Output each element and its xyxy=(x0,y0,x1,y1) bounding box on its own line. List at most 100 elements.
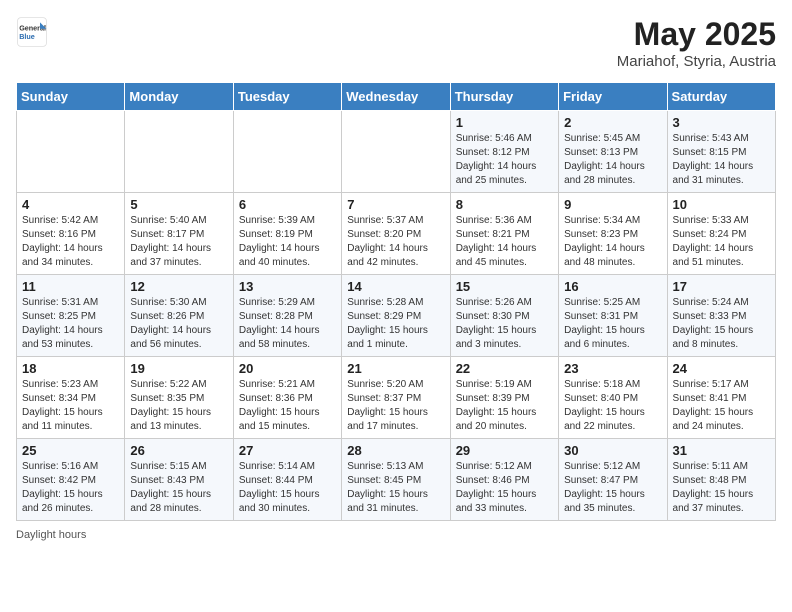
logo: General Blue xyxy=(16,16,48,48)
calendar-week-row: 1 Sunrise: 5:46 AM Sunset: 8:12 PM Daylig… xyxy=(17,111,776,193)
calendar-week-row: 4Sunrise: 5:42 AM Sunset: 8:16 PM Daylig… xyxy=(17,193,776,275)
day-number: 12 xyxy=(130,279,227,294)
day-number: 16 xyxy=(564,279,661,294)
calendar-day-header: Sunday xyxy=(17,83,125,111)
calendar-cell: 26Sunrise: 5:15 AM Sunset: 8:43 PM Dayli… xyxy=(125,439,233,521)
day-number: 26 xyxy=(130,443,227,458)
logo-icon: General Blue xyxy=(16,16,48,48)
calendar-cell: 16 Sunrise: 5:25 AM Sunset: 8:31 PM Dayli… xyxy=(559,275,667,357)
calendar-cell xyxy=(17,111,125,193)
day-number: 1 xyxy=(456,115,553,130)
day-info: Sunrise: 5:24 AM Sunset: 8:33 PM Dayligh… xyxy=(673,296,770,352)
calendar-cell: 2 Sunrise: 5:45 AM Sunset: 8:13 PM Daylig… xyxy=(559,111,667,193)
day-info: Sunrise: 5:45 AM Sunset: 8:13 PM Dayligh… xyxy=(564,132,661,188)
day-number: 9 xyxy=(564,197,661,212)
day-info: Sunrise: 5:36 AM Sunset: 8:21 PM Dayligh… xyxy=(456,214,553,270)
day-number: 4 xyxy=(22,197,119,212)
page-title: May 2025 xyxy=(617,16,776,53)
day-info: Sunrise: 5:21 AM Sunset: 8:36 PM Dayligh… xyxy=(239,378,336,434)
calendar-cell: 25 Sunrise: 5:16 AM Sunset: 8:42 PM Dayli… xyxy=(17,439,125,521)
page-subtitle: Mariahof, Styria, Austria xyxy=(617,53,776,70)
calendar-cell: 15 Sunrise: 5:26 AM Sunset: 8:30 PM Dayli… xyxy=(450,275,558,357)
day-number: 10 xyxy=(673,197,770,212)
calendar-cell: 14Sunrise: 5:28 AM Sunset: 8:29 PM Dayli… xyxy=(342,275,450,357)
day-number: 6 xyxy=(239,197,336,212)
calendar-cell: 28 Sunrise: 5:13 AM Sunset: 8:45 PM Dayli… xyxy=(342,439,450,521)
day-number: 8 xyxy=(456,197,553,212)
day-number: 2 xyxy=(564,115,661,130)
day-number: 3 xyxy=(673,115,770,130)
day-info: Sunrise: 5:43 AM Sunset: 8:15 PM Dayligh… xyxy=(673,132,770,188)
day-info: Sunrise: 5:31 AM Sunset: 8:25 PM Dayligh… xyxy=(22,296,119,352)
calendar-header-row: SundayMondayTuesdayWednesdayThursdayFrid… xyxy=(17,83,776,111)
day-number: 20 xyxy=(239,361,336,376)
day-info: Sunrise: 5:46 AM Sunset: 8:12 PM Dayligh… xyxy=(456,132,553,188)
calendar-day-header: Wednesday xyxy=(342,83,450,111)
day-number: 28 xyxy=(347,443,444,458)
calendar-week-row: 18Sunrise: 5:23 AM Sunset: 8:34 PM Dayli… xyxy=(17,357,776,439)
calendar-table: SundayMondayTuesdayWednesdayThursdayFrid… xyxy=(16,82,776,521)
calendar-cell: 23 Sunrise: 5:18 AM Sunset: 8:40 PM Dayli… xyxy=(559,357,667,439)
day-info: Sunrise: 5:16 AM Sunset: 8:42 PM Dayligh… xyxy=(22,460,119,516)
calendar-cell: 24Sunrise: 5:17 AM Sunset: 8:41 PM Dayli… xyxy=(667,357,775,439)
day-number: 13 xyxy=(239,279,336,294)
day-number: 22 xyxy=(456,361,553,376)
calendar-cell xyxy=(342,111,450,193)
page-header: General Blue May 2025 Mariahof, Styria, … xyxy=(16,16,776,70)
day-number: 11 xyxy=(22,279,119,294)
day-info: Sunrise: 5:14 AM Sunset: 8:44 PM Dayligh… xyxy=(239,460,336,516)
calendar-cell xyxy=(125,111,233,193)
day-number: 23 xyxy=(564,361,661,376)
calendar-day-header: Saturday xyxy=(667,83,775,111)
day-number: 17 xyxy=(673,279,770,294)
calendar-cell: 22 Sunrise: 5:19 AM Sunset: 8:39 PM Dayli… xyxy=(450,357,558,439)
calendar-cell: 27 Sunrise: 5:14 AM Sunset: 8:44 PM Dayli… xyxy=(233,439,341,521)
calendar-cell: 17 Sunrise: 5:24 AM Sunset: 8:33 PM Dayli… xyxy=(667,275,775,357)
calendar-cell: 21Sunrise: 5:20 AM Sunset: 8:37 PM Dayli… xyxy=(342,357,450,439)
day-info: Sunrise: 5:28 AM Sunset: 8:29 PM Dayligh… xyxy=(347,296,444,352)
day-info: Sunrise: 5:33 AM Sunset: 8:24 PM Dayligh… xyxy=(673,214,770,270)
calendar-cell xyxy=(233,111,341,193)
day-number: 25 xyxy=(22,443,119,458)
calendar-cell: 20 Sunrise: 5:21 AM Sunset: 8:36 PM Dayli… xyxy=(233,357,341,439)
calendar-cell: 31 Sunrise: 5:11 AM Sunset: 8:48 PM Dayli… xyxy=(667,439,775,521)
day-info: Sunrise: 5:37 AM Sunset: 8:20 PM Dayligh… xyxy=(347,214,444,270)
day-number: 27 xyxy=(239,443,336,458)
calendar-day-header: Monday xyxy=(125,83,233,111)
calendar-cell: 7Sunrise: 5:37 AM Sunset: 8:20 PM Daylig… xyxy=(342,193,450,275)
day-info: Sunrise: 5:18 AM Sunset: 8:40 PM Dayligh… xyxy=(564,378,661,434)
day-info: Sunrise: 5:12 AM Sunset: 8:47 PM Dayligh… xyxy=(564,460,661,516)
daylight-label: Daylight hours xyxy=(16,529,86,541)
calendar-footer: Daylight hours xyxy=(16,529,776,541)
calendar-cell: 18Sunrise: 5:23 AM Sunset: 8:34 PM Dayli… xyxy=(17,357,125,439)
day-info: Sunrise: 5:30 AM Sunset: 8:26 PM Dayligh… xyxy=(130,296,227,352)
day-number: 29 xyxy=(456,443,553,458)
day-number: 30 xyxy=(564,443,661,458)
calendar-cell: 13Sunrise: 5:29 AM Sunset: 8:28 PM Dayli… xyxy=(233,275,341,357)
day-info: Sunrise: 5:13 AM Sunset: 8:45 PM Dayligh… xyxy=(347,460,444,516)
day-number: 15 xyxy=(456,279,553,294)
day-number: 19 xyxy=(130,361,227,376)
day-number: 31 xyxy=(673,443,770,458)
calendar-cell: 1 Sunrise: 5:46 AM Sunset: 8:12 PM Daylig… xyxy=(450,111,558,193)
day-info: Sunrise: 5:19 AM Sunset: 8:39 PM Dayligh… xyxy=(456,378,553,434)
calendar-cell: 12 Sunrise: 5:30 AM Sunset: 8:26 PM Dayli… xyxy=(125,275,233,357)
calendar-cell: 11 Sunrise: 5:31 AM Sunset: 8:25 PM Dayli… xyxy=(17,275,125,357)
calendar-cell: 3 Sunrise: 5:43 AM Sunset: 8:15 PM Daylig… xyxy=(667,111,775,193)
day-info: Sunrise: 5:25 AM Sunset: 8:31 PM Dayligh… xyxy=(564,296,661,352)
day-number: 18 xyxy=(22,361,119,376)
day-info: Sunrise: 5:26 AM Sunset: 8:30 PM Dayligh… xyxy=(456,296,553,352)
day-info: Sunrise: 5:11 AM Sunset: 8:48 PM Dayligh… xyxy=(673,460,770,516)
calendar-cell: 4Sunrise: 5:42 AM Sunset: 8:16 PM Daylig… xyxy=(17,193,125,275)
calendar-cell: 5Sunrise: 5:40 AM Sunset: 8:17 PM Daylig… xyxy=(125,193,233,275)
calendar-day-header: Friday xyxy=(559,83,667,111)
calendar-cell: 8 Sunrise: 5:36 AM Sunset: 8:21 PM Daylig… xyxy=(450,193,558,275)
calendar-cell: 30 Sunrise: 5:12 AM Sunset: 8:47 PM Dayli… xyxy=(559,439,667,521)
calendar-day-header: Thursday xyxy=(450,83,558,111)
calendar-cell: 10 Sunrise: 5:33 AM Sunset: 8:24 PM Dayli… xyxy=(667,193,775,275)
day-info: Sunrise: 5:12 AM Sunset: 8:46 PM Dayligh… xyxy=(456,460,553,516)
day-info: Sunrise: 5:39 AM Sunset: 8:19 PM Dayligh… xyxy=(239,214,336,270)
calendar-day-header: Tuesday xyxy=(233,83,341,111)
day-number: 21 xyxy=(347,361,444,376)
calendar-cell: 6 Sunrise: 5:39 AM Sunset: 8:19 PM Daylig… xyxy=(233,193,341,275)
